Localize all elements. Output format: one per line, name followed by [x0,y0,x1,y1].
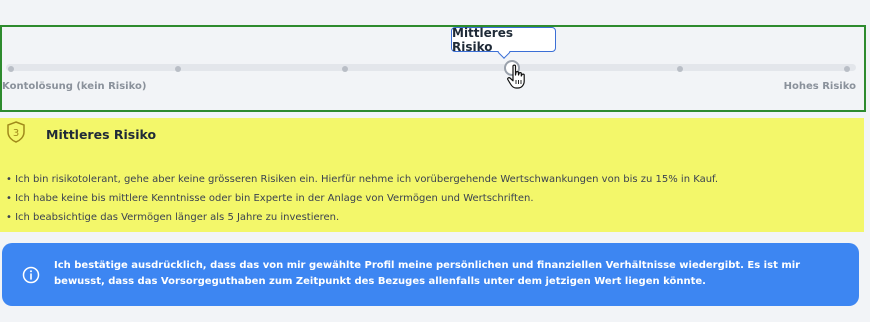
slider-step-dot[interactable] [8,66,14,72]
info-icon [22,266,40,284]
tooltip-label: Mittleres Risiko [452,25,513,54]
slider-step-dot[interactable] [175,66,181,72]
list-item: Ich beabsichtige das Vermögen länger als… [6,210,718,229]
slider-left-label: Kontolösung (kein Risiko) [2,81,147,92]
shield-badge-icon: 3 [7,121,25,143]
slider-right-label: Hohes Risiko [783,81,856,92]
slider-step-dot[interactable] [677,66,683,72]
hand-cursor-icon [507,64,525,89]
risk-profile-bullets: Ich bin risikotolerant, gehe aber keine … [6,172,718,229]
slider-step-dot[interactable] [844,66,850,72]
list-item: Ich bin risikotolerant, gehe aber keine … [6,172,718,191]
slider-track[interactable] [6,64,856,71]
svg-text:3: 3 [13,128,19,139]
slider-value-tooltip: Mittleres Risiko [451,25,556,54]
list-item: Ich habe keine bis mittlere Kenntnisse o… [6,191,718,210]
risk-profile-title: Mittleres Risiko [46,127,157,142]
slider-step-dot[interactable] [342,66,348,72]
confirmation-text: Ich bestätige ausdrücklich, dass das von… [54,260,801,287]
